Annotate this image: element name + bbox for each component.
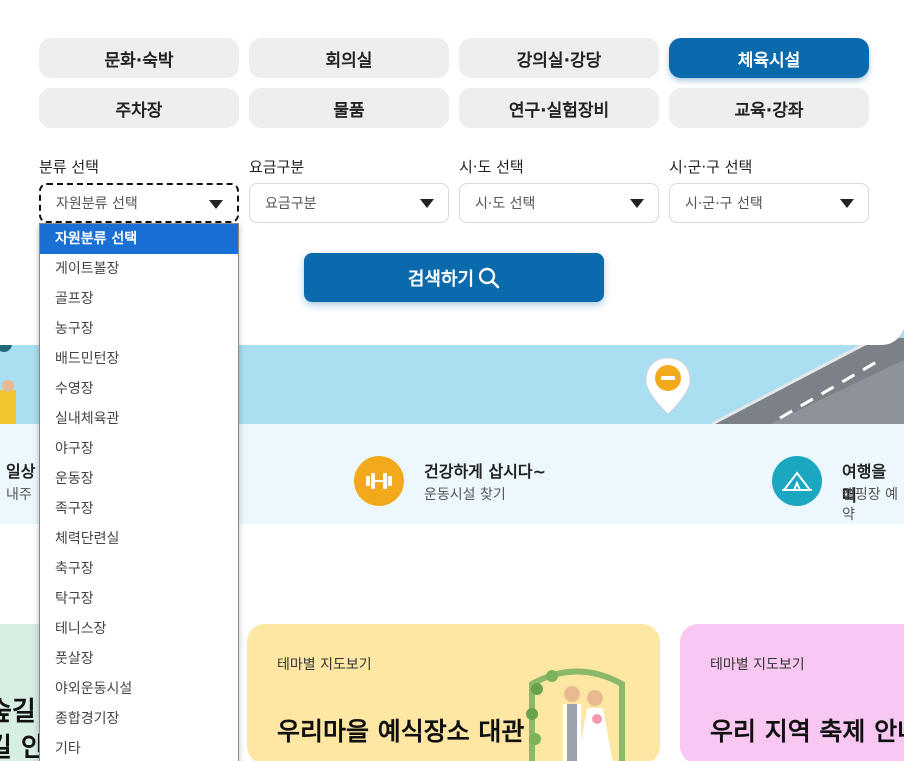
dumbbell-icon[interactable] bbox=[354, 456, 404, 506]
filter-label-district: 시·군·구 선택 bbox=[669, 158, 753, 176]
dropdown-option[interactable]: 야구장 bbox=[40, 434, 238, 464]
dropdown-option[interactable]: 자원분류 선택 bbox=[40, 224, 238, 254]
filter-label-category: 분류 선택 bbox=[39, 158, 99, 176]
filter-label-fee: 요금구분 bbox=[249, 158, 305, 176]
dropdown-option[interactable]: 탁구장 bbox=[40, 584, 238, 614]
district-select[interactable]: 시·군·구 선택 bbox=[669, 183, 869, 223]
dropdown-option[interactable]: 골프장 bbox=[40, 284, 238, 314]
category-parking[interactable]: 주차장 bbox=[39, 88, 239, 128]
chevron-down-icon bbox=[630, 199, 644, 208]
fee-select[interactable]: 요금구분 bbox=[249, 183, 449, 223]
dropdown-option[interactable]: 테니스장 bbox=[40, 614, 238, 644]
category-meeting-room[interactable]: 회의실 bbox=[249, 38, 449, 78]
theme-card-wedding[interactable]: 테마별 지도보기 우리마을 예식장소 대관 bbox=[247, 624, 660, 761]
dropdown-option[interactable]: 농구장 bbox=[40, 314, 238, 344]
info-sub-health[interactable]: 운동시설 찾기 bbox=[424, 484, 506, 504]
info-sub-travel[interactable]: 캠핑장 예약 bbox=[842, 484, 904, 524]
dropdown-option[interactable]: 수영장 bbox=[40, 374, 238, 404]
dropdown-option[interactable]: 축구장 bbox=[40, 554, 238, 584]
chevron-down-icon bbox=[840, 199, 854, 208]
search-icon bbox=[478, 267, 500, 288]
dropdown-option[interactable]: 실내체육관 bbox=[40, 404, 238, 434]
category-dropdown-list[interactable]: 자원분류 선택 게이트볼장 골프장 농구장 배드민턴장 수영장 실내체육관 야구장 운동장 족구장… bbox=[39, 223, 239, 761]
info-sub-daily: 내주 bbox=[6, 487, 32, 503]
dropdown-option[interactable]: 종합경기장 bbox=[40, 704, 238, 734]
card-label-festival: 테마별 지도보기 bbox=[710, 657, 805, 673]
map-pin-icon bbox=[645, 357, 691, 415]
dropdown-option[interactable]: 풋살장 bbox=[40, 644, 238, 674]
chevron-down-icon bbox=[420, 199, 434, 208]
category-select-value: 자원분류 선택 bbox=[56, 196, 138, 212]
card-title-wedding: 우리마을 예식장소 대관 bbox=[277, 717, 525, 746]
dropdown-option[interactable]: 야외운동시설 bbox=[40, 674, 238, 704]
category-lecture-hall[interactable]: 강의실·강당 bbox=[459, 38, 659, 78]
category-culture-lodging[interactable]: 문화·숙박 bbox=[39, 38, 239, 78]
theme-card-festival[interactable]: 테마별 지도보기 우리 지역 축제 안내 bbox=[680, 624, 904, 761]
category-goods[interactable]: 물품 bbox=[249, 88, 449, 128]
dropdown-option[interactable]: 배드민턴장 bbox=[40, 344, 238, 374]
category-education[interactable]: 교육·강좌 bbox=[669, 88, 869, 128]
province-select-value: 시·도 선택 bbox=[475, 196, 536, 212]
category-research-equipment[interactable]: 연구·실험장비 bbox=[459, 88, 659, 128]
search-button[interactable]: 검색하기 bbox=[304, 253, 604, 302]
filter-label-province: 시·도 선택 bbox=[459, 158, 524, 176]
dropdown-option[interactable]: 기타 bbox=[40, 734, 238, 761]
province-select[interactable]: 시·도 선택 bbox=[459, 183, 659, 223]
card-label-wedding: 테마별 지도보기 bbox=[277, 657, 372, 673]
category-sports-facility[interactable]: 체육시설 bbox=[669, 38, 869, 78]
tent-icon[interactable] bbox=[772, 456, 822, 506]
dropdown-option[interactable]: 게이트볼장 bbox=[40, 254, 238, 284]
chevron-down-icon bbox=[209, 200, 223, 209]
search-button-label: 검색하기 bbox=[407, 268, 475, 290]
dropdown-option[interactable]: 운동장 bbox=[40, 464, 238, 494]
dropdown-option[interactable]: 족구장 bbox=[40, 494, 238, 524]
wedding-illustration bbox=[526, 668, 625, 761]
category-select[interactable]: 자원분류 선택 bbox=[39, 183, 239, 223]
fee-select-value: 요금구분 bbox=[265, 196, 317, 212]
card-title-festival: 우리 지역 축제 안내 bbox=[710, 717, 904, 746]
info-title-daily: 일상 bbox=[6, 462, 36, 481]
info-title-health[interactable]: 건강하게 삽시다~ bbox=[424, 458, 546, 482]
dropdown-option[interactable]: 체력단련실 bbox=[40, 524, 238, 554]
district-select-value: 시·군·구 선택 bbox=[685, 196, 763, 212]
